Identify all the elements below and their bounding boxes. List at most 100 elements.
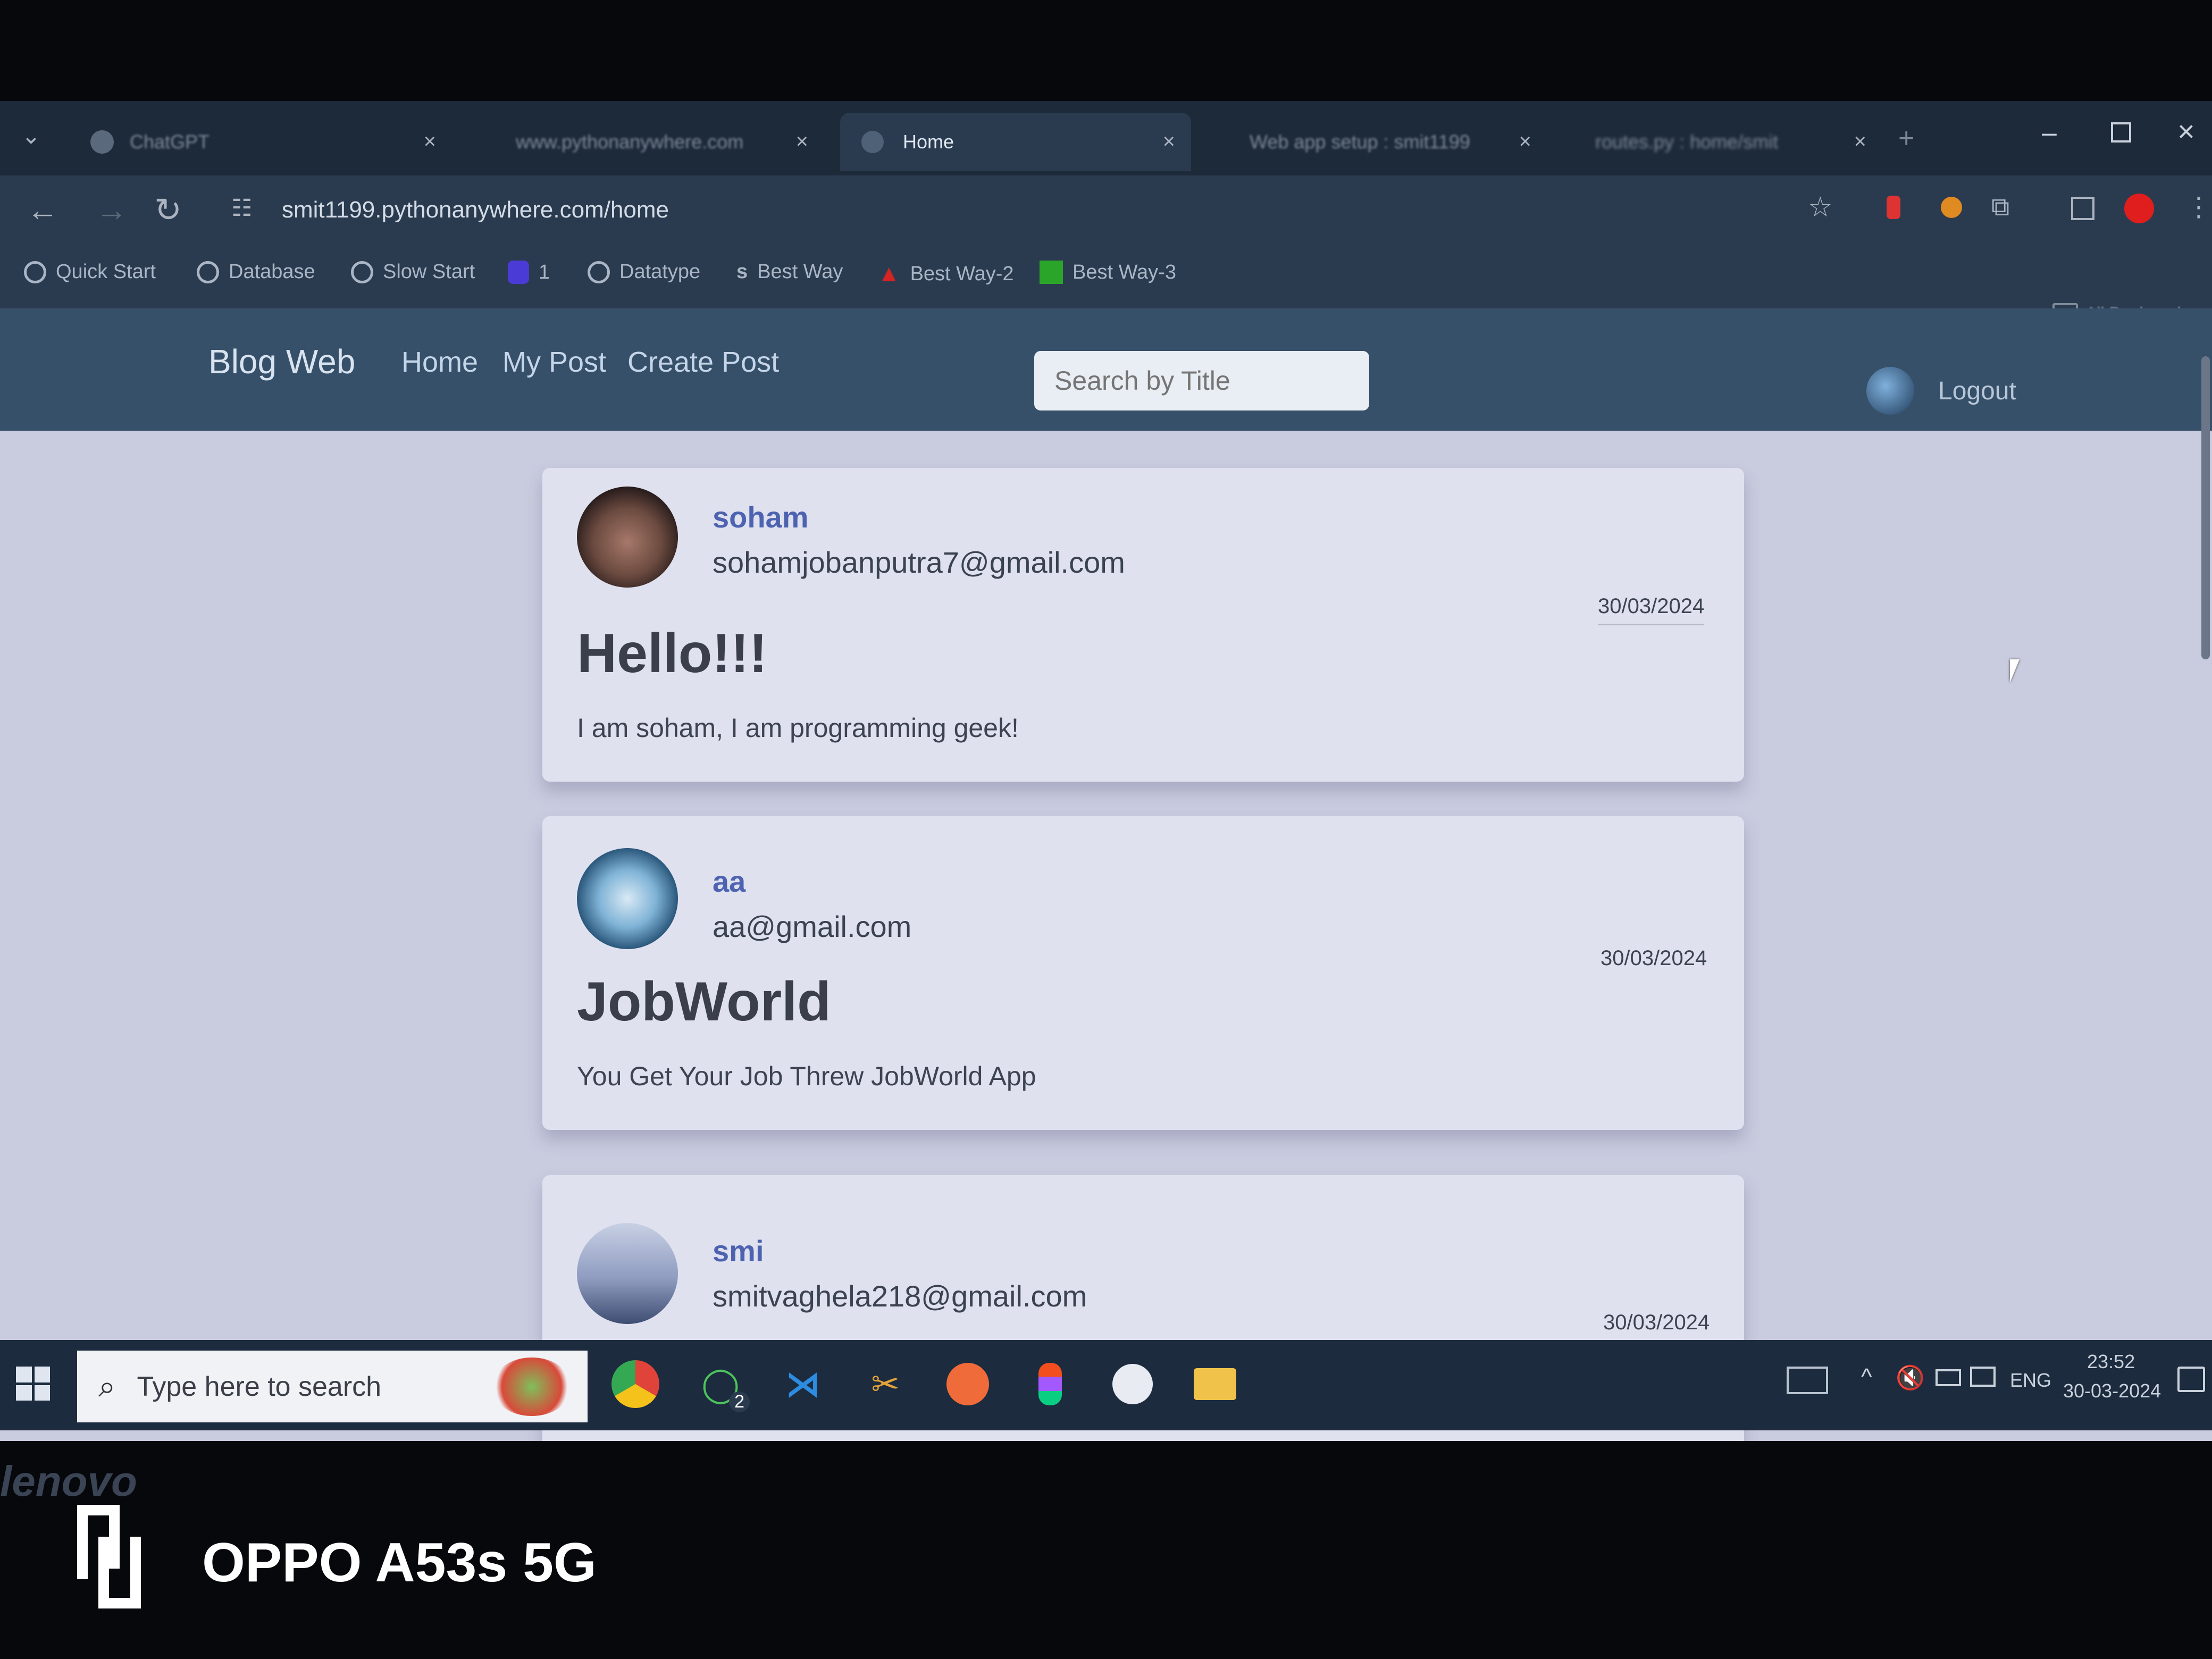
brand-link[interactable]: Blog Web: [208, 342, 355, 381]
tab-label: Web app setup : smit1199: [1250, 131, 1470, 153]
nav-home-link[interactable]: Home: [401, 346, 478, 379]
laptop-brand-logo: lenovo: [0, 1457, 137, 1505]
bookmark-best-way[interactable]: s Best Way: [736, 261, 843, 283]
tab-list-chevron-icon[interactable]: ⌄: [21, 122, 41, 149]
vscode-icon[interactable]: ⋊: [774, 1355, 832, 1413]
post-username[interactable]: soham: [713, 500, 809, 534]
menu-icon[interactable]: ⋮: [2185, 191, 2212, 222]
side-panel-icon[interactable]: [2071, 197, 2094, 220]
bookmark-label: 1: [539, 261, 550, 283]
extension-orange-icon[interactable]: [1941, 197, 1962, 218]
show-hidden-icons[interactable]: ^: [1861, 1364, 1872, 1390]
post-body: You Get Your Job Threw JobWorld App: [577, 1061, 1036, 1091]
bookmark-best-way-2[interactable]: ▲ Best Way-2: [877, 261, 1014, 287]
post-card: soham sohamjobanputra7@gmail.com 30/03/2…: [542, 468, 1744, 782]
post-title[interactable]: JobWorld: [577, 970, 831, 1034]
close-tab-icon[interactable]: ×: [796, 130, 808, 154]
dk-icon: [1040, 261, 1063, 284]
minimize-icon[interactable]: –: [2042, 117, 2057, 148]
restore-icon[interactable]: [2111, 122, 2131, 143]
post-email: smitvaghela218@gmail.com: [713, 1279, 1087, 1313]
circle-icon: [588, 261, 610, 283]
tab-home[interactable]: Home ×: [840, 113, 1191, 171]
reload-icon[interactable]: ↻: [154, 190, 182, 229]
taskbar-search-placeholder: Type here to search: [137, 1371, 382, 1402]
post-username[interactable]: smi: [713, 1234, 764, 1268]
bookmark-label: Datatype: [619, 261, 701, 283]
new-tab-icon[interactable]: +: [1898, 122, 1914, 154]
post-username[interactable]: aa: [713, 864, 745, 899]
site-settings-icon[interactable]: ☷: [231, 195, 252, 222]
bookmark-slow-start[interactable]: Slow Start: [351, 261, 475, 283]
clock-time[interactable]: 23:52: [2087, 1351, 2135, 1373]
file-explorer-icon[interactable]: [1186, 1355, 1244, 1413]
chrome-icon[interactable]: [606, 1355, 665, 1413]
bookmark-label: Best Way-3: [1073, 261, 1176, 283]
camera-logo-icon: [77, 1505, 141, 1608]
globe-icon: [861, 131, 884, 153]
postman-icon[interactable]: [939, 1355, 997, 1413]
tab-label: routes.py : home/smit: [1595, 131, 1779, 153]
mouse-cursor: [2010, 659, 2020, 683]
nav-my-post-link[interactable]: My Post: [502, 346, 606, 379]
back-icon[interactable]: ←: [27, 191, 58, 228]
bookmark-1[interactable]: 1: [508, 261, 550, 284]
circle-icon: [197, 261, 219, 283]
snipping-tool-icon[interactable]: ✂: [856, 1355, 915, 1413]
clock-date[interactable]: 30-03-2024: [2063, 1380, 2161, 1402]
avatar: [577, 848, 678, 949]
browser-tab-strip: ⌄ ChatGPT × www.pythonanywhere.com × Hom…: [0, 101, 2212, 175]
close-window-icon[interactable]: ×: [2177, 114, 2195, 148]
taskbar-search[interactable]: ⌕ Type here to search: [77, 1351, 588, 1422]
tab-chatgpt[interactable]: ChatGPT ×: [69, 113, 452, 171]
bookmark-label: Best Way-2: [910, 262, 1014, 285]
start-button[interactable]: [16, 1367, 50, 1401]
search-highlight-icon: [492, 1357, 572, 1416]
close-tab-icon[interactable]: ×: [1519, 130, 1531, 154]
forward-icon[interactable]: →: [96, 191, 128, 228]
extensions-icon[interactable]: ⧉: [1991, 192, 2009, 222]
search-input[interactable]: [1034, 351, 1369, 410]
tab-pythonanywhere[interactable]: www.pythonanywhere.com ×: [495, 113, 824, 171]
whatsapp-icon[interactable]: ◯ 2: [691, 1355, 750, 1413]
address-bar[interactable]: smit1199.pythonanywhere.com/home: [282, 197, 669, 223]
avatar: [577, 1223, 678, 1324]
post-email: sohamjobanputra7@gmail.com: [713, 546, 1125, 579]
shield-icon: [508, 261, 529, 284]
cap-icon: ▲: [877, 261, 901, 287]
post-date: 30/03/2024: [1598, 594, 1705, 625]
news-widget-icon[interactable]: [1787, 1367, 1828, 1394]
volume-muted-icon[interactable]: 🔇: [1896, 1364, 1925, 1392]
figma-icon[interactable]: [1021, 1355, 1079, 1413]
bookmark-datatype[interactable]: Datatype: [588, 261, 700, 283]
close-tab-icon[interactable]: ×: [1163, 130, 1175, 154]
bookmark-label: Best Way: [757, 261, 843, 283]
network-icon[interactable]: [1970, 1367, 1996, 1387]
post-title[interactable]: Hello!!!: [577, 622, 767, 685]
nav-create-post-link[interactable]: Create Post: [627, 346, 779, 379]
bookmark-quick-start[interactable]: Quick Start: [24, 261, 156, 283]
post-email: aa@gmail.com: [713, 910, 912, 943]
bookmark-label: Database: [229, 261, 315, 283]
close-tab-icon[interactable]: ×: [1854, 130, 1866, 154]
bookmark-star-icon[interactable]: ☆: [1808, 191, 1833, 223]
close-tab-icon[interactable]: ×: [424, 130, 436, 154]
browser-toolbar: ← → ↻ ☷ smit1199.pythonanywhere.com/home…: [0, 175, 2212, 245]
logout-link[interactable]: Logout: [1938, 376, 2016, 406]
user-avatar[interactable]: [1866, 367, 1914, 415]
tab-routes-py[interactable]: routes.py : home/smit ×: [1574, 113, 1882, 171]
post-card: aa aa@gmail.com 30/03/2024 JobWorld You …: [542, 816, 1744, 1130]
openai-icon: [90, 130, 114, 154]
github-icon[interactable]: [1103, 1355, 1162, 1413]
circle-icon: [24, 261, 46, 283]
notifications-icon[interactable]: [2177, 1367, 2205, 1392]
profile-icon[interactable]: [2124, 194, 2154, 223]
tab-web-app-setup[interactable]: Web app setup : smit1199 ×: [1228, 113, 1547, 171]
language-indicator[interactable]: ENG: [2010, 1369, 2051, 1392]
battery-icon[interactable]: [1936, 1369, 1961, 1386]
page-scrollbar[interactable]: [2201, 356, 2210, 659]
bookmark-database[interactable]: Database: [197, 261, 315, 283]
bookmark-best-way-3[interactable]: Best Way-3: [1040, 261, 1176, 284]
extension-red-icon[interactable]: [1887, 196, 1900, 219]
tab-label: Home: [903, 131, 954, 153]
